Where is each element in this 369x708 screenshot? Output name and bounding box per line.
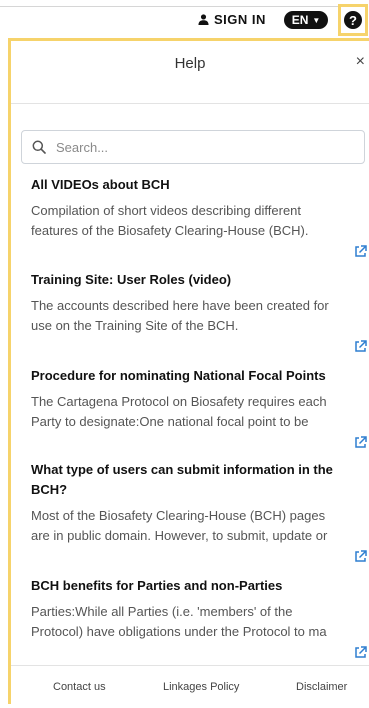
help-panel: Help × All VIDEOs about BCH Compilation … <box>8 38 369 704</box>
article-description: Parties:While all Parties (i.e. 'members… <box>31 604 327 639</box>
caret-down-icon: ▼ <box>312 15 321 25</box>
help-panel-footer: Contact us Linkages Policy Disclaimer <box>11 665 369 708</box>
help-article: Training Site: User Roles (video) The ac… <box>31 270 367 352</box>
article-description: The Cartagena Protocol on Biosafety requ… <box>31 394 327 429</box>
contact-us-link[interactable]: Contact us <box>53 681 106 693</box>
help-article: BCH benefits for Parties and non-Parties… <box>31 576 367 658</box>
article-description: Compilation of short videos describing d… <box>31 203 309 238</box>
external-link-icon[interactable] <box>354 646 367 659</box>
close-icon[interactable]: × <box>356 53 365 71</box>
search-input[interactable] <box>54 138 348 156</box>
article-description: The accounts described here have been cr… <box>31 298 329 333</box>
help-panel-header: Help × <box>11 41 369 104</box>
language-selector[interactable]: EN ▼ <box>284 11 328 29</box>
sign-in-label: SIGN IN <box>214 12 266 27</box>
sign-in-button[interactable]: SIGN IN <box>198 12 266 27</box>
help-panel-title: Help <box>174 55 206 72</box>
help-article: What type of users can submit informatio… <box>31 460 367 562</box>
user-icon <box>198 14 209 25</box>
question-circle-icon: ? <box>344 11 362 29</box>
article-title[interactable]: Training Site: User Roles (video) <box>31 270 347 290</box>
search-icon <box>32 140 46 154</box>
top-bar: SIGN IN EN ▼ ? <box>0 0 369 36</box>
article-title[interactable]: BCH benefits for Parties and non-Parties <box>31 576 347 596</box>
external-link-icon[interactable] <box>354 340 367 353</box>
linkages-policy-link[interactable]: Linkages Policy <box>163 681 239 693</box>
external-link-icon[interactable] <box>354 550 367 563</box>
help-article: All VIDEOs about BCH Compilation of shor… <box>31 175 367 257</box>
disclaimer-link[interactable]: Disclaimer <box>296 681 347 693</box>
language-label: EN <box>291 13 309 27</box>
external-link-icon[interactable] <box>354 245 367 258</box>
external-link-icon[interactable] <box>354 436 367 449</box>
article-title[interactable]: Procedure for nominating National Focal … <box>31 366 347 386</box>
article-title[interactable]: What type of users can submit informatio… <box>31 460 347 500</box>
search-box <box>21 130 365 164</box>
top-divider <box>0 6 338 7</box>
article-description: Most of the Biosafety Clearing-House (BC… <box>31 508 328 543</box>
help-article: Procedure for nominating National Focal … <box>31 366 367 448</box>
article-title[interactable]: All VIDEOs about BCH <box>31 175 347 195</box>
help-button[interactable]: ? <box>338 4 368 36</box>
